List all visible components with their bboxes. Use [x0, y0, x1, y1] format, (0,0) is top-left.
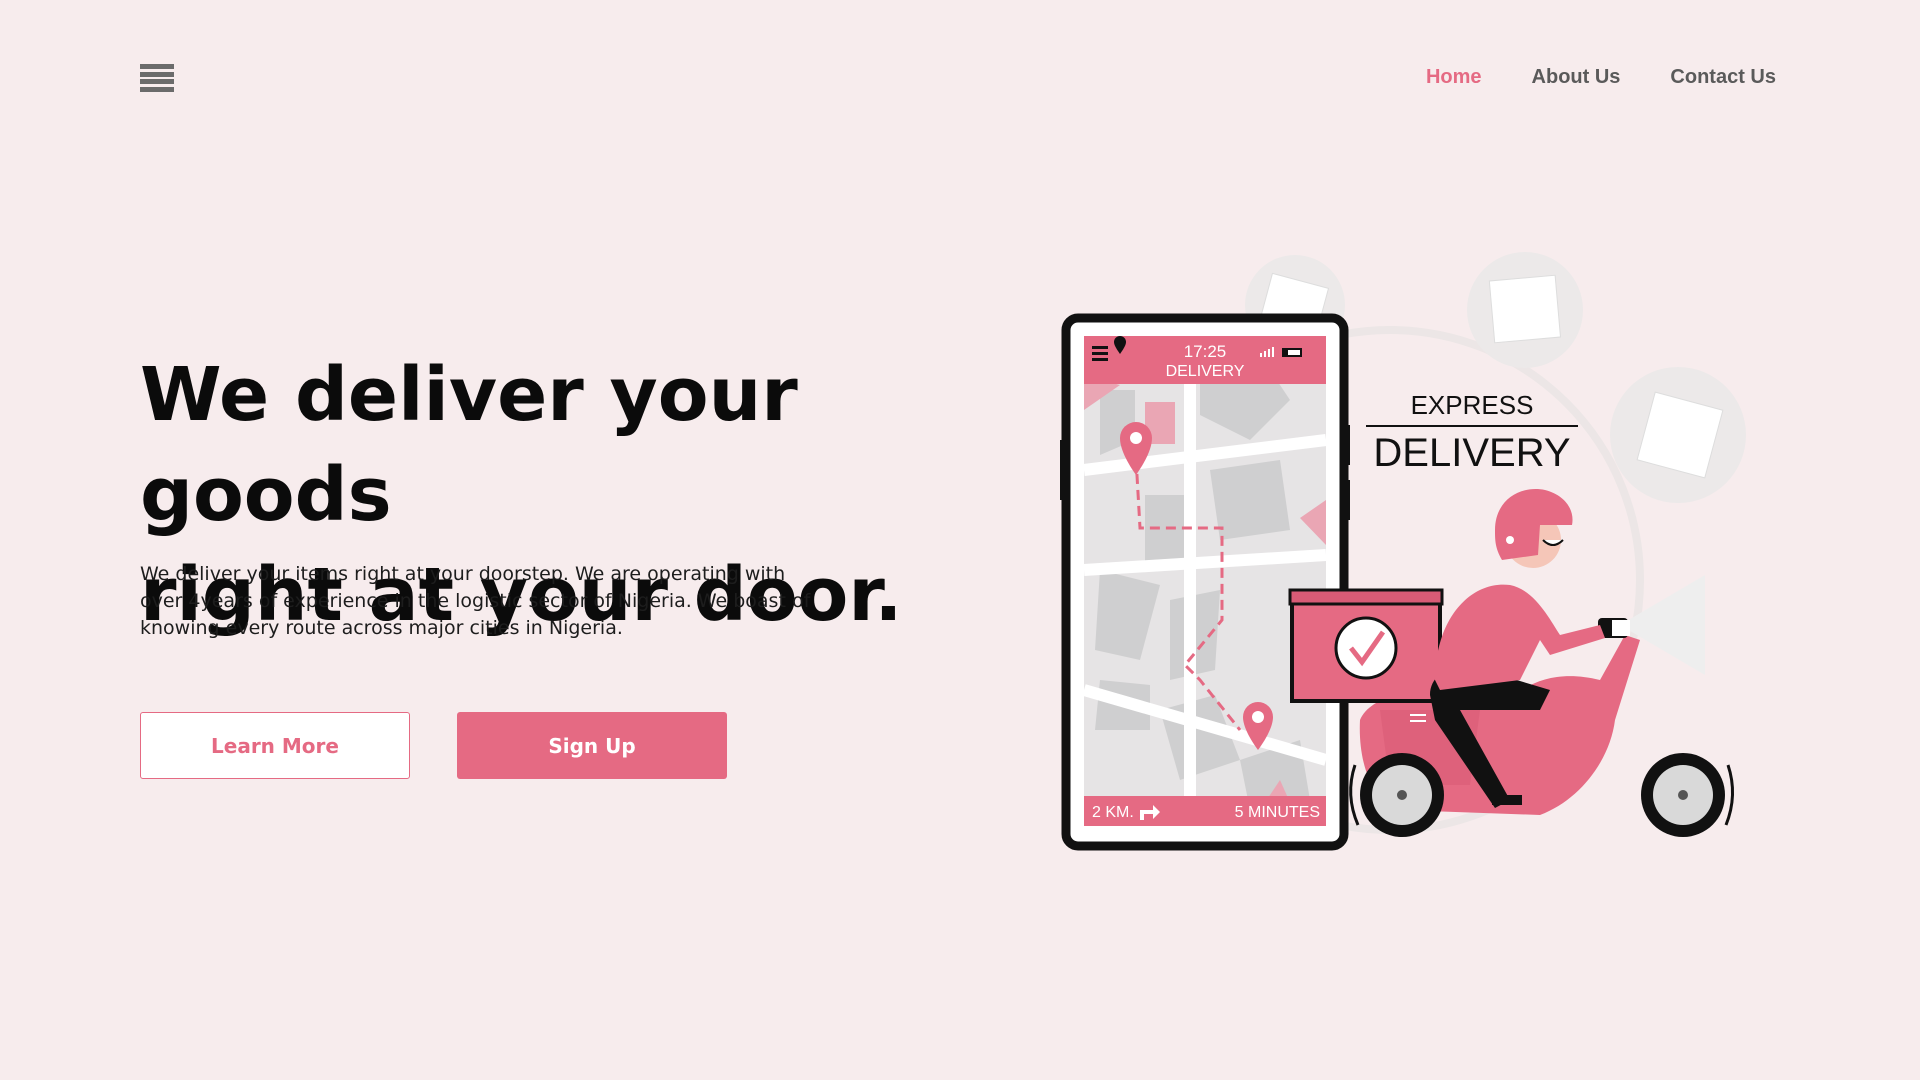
- parcel-bubble-3: [1610, 367, 1746, 503]
- hero-title-line-1: We deliver your goods: [140, 352, 798, 538]
- phone-time: 17:25: [1184, 342, 1227, 361]
- battery-icon: [1282, 348, 1302, 357]
- sign-up-button[interactable]: Sign Up: [457, 712, 727, 779]
- delivery-illustration-graphic: 17:25 DELIVERY 2 KM. 5 MINUTES EXPRESS D…: [1060, 252, 1746, 851]
- delivery-label: DELIVERY: [1373, 431, 1570, 475]
- delivery-box: [1288, 588, 1444, 703]
- parcel-bubble-2: [1467, 252, 1583, 368]
- nav-home-link[interactable]: Home: [1426, 66, 1482, 89]
- phone-device: 17:25 DELIVERY 2 KM. 5 MINUTES: [1060, 313, 1350, 851]
- front-wheel: [1641, 753, 1725, 837]
- nav-contact-us-link[interactable]: Contact Us: [1670, 66, 1776, 89]
- phone-menu-icon: [1092, 346, 1108, 361]
- top-navigation: Home About Us Contact Us: [1426, 66, 1776, 89]
- delivery-illustration: 17:25 DELIVERY 2 KM. 5 MINUTES EXPRESS D…: [1040, 240, 1770, 900]
- phone-eta: 5 MINUTES: [1235, 804, 1320, 821]
- rear-wheel: [1360, 753, 1444, 837]
- nav-about-us-link[interactable]: About Us: [1532, 66, 1621, 89]
- express-label: EXPRESS: [1411, 390, 1534, 420]
- learn-more-button[interactable]: Learn More: [140, 712, 410, 779]
- phone-status: DELIVERY: [1166, 363, 1245, 380]
- hero-description: We deliver your items right at your door…: [140, 563, 811, 639]
- hamburger-menu-icon[interactable]: [140, 64, 174, 92]
- phone-distance: 2 KM.: [1092, 804, 1134, 821]
